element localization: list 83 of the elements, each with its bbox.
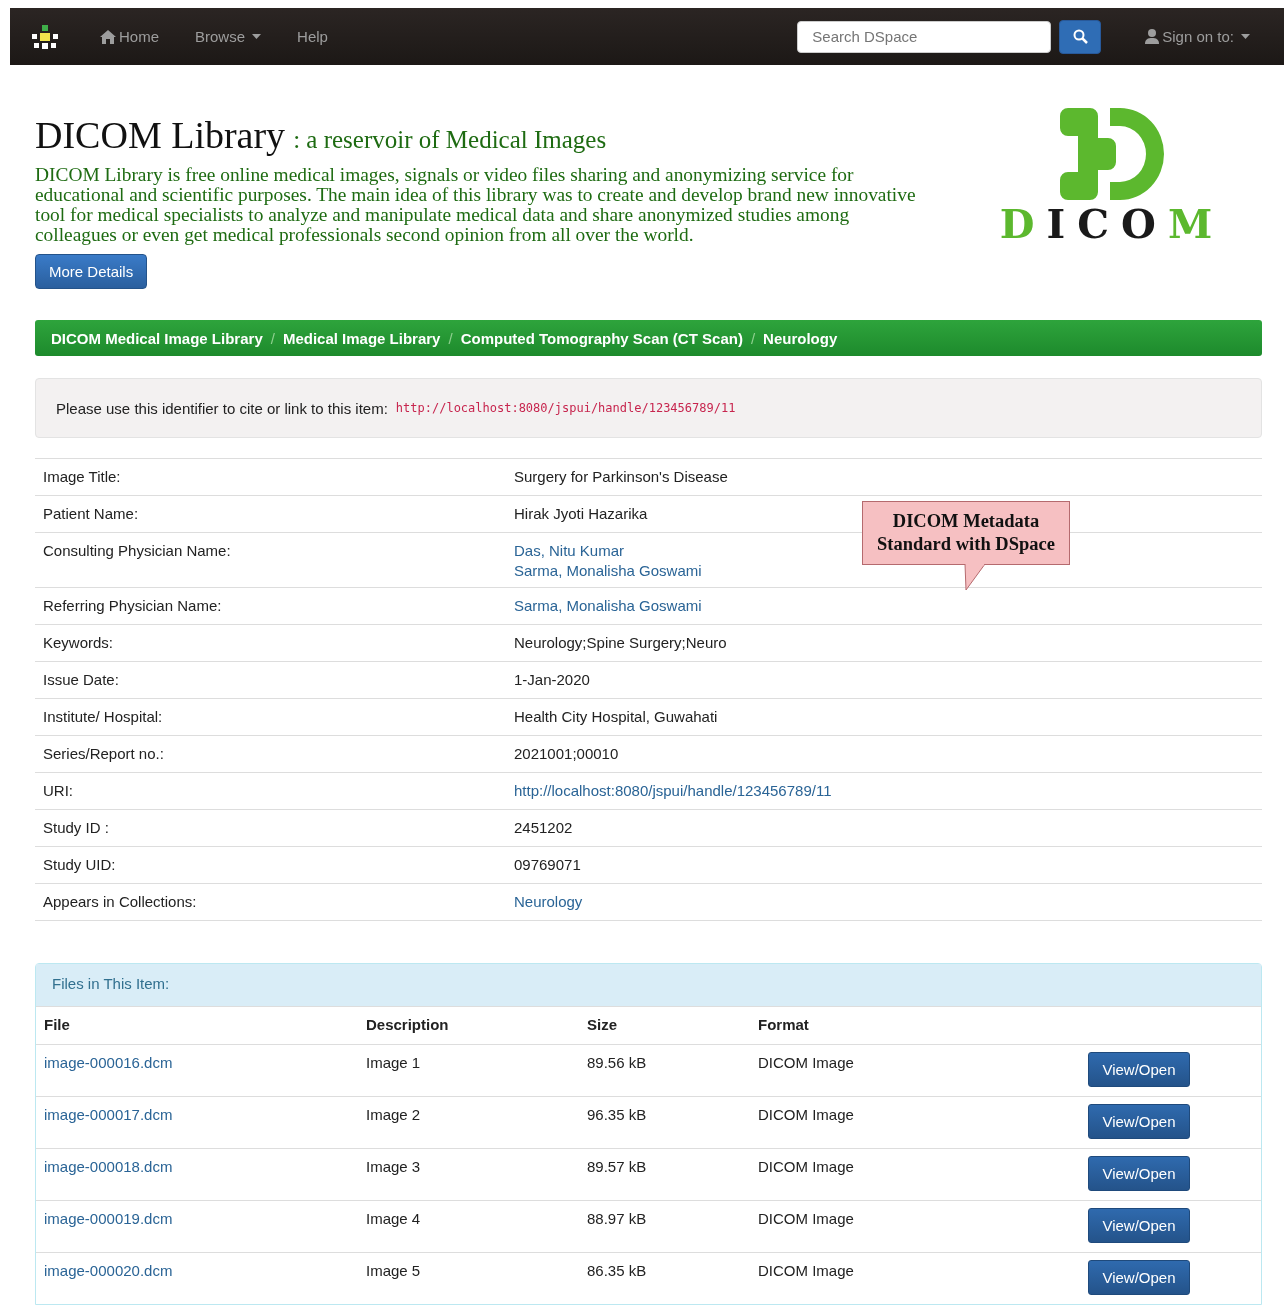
breadcrumb-separator: /	[448, 329, 453, 347]
search-icon	[1072, 29, 1088, 44]
view-open-button[interactable]: View/Open	[1088, 1156, 1190, 1191]
view-open-button[interactable]: View/Open	[1088, 1052, 1190, 1087]
identifier-url: http://localhost:8080/jspui/handle/123456789/11	[395, 401, 736, 415]
logo-icon	[32, 24, 58, 49]
table-cell-text: 89.57 kB	[587, 1158, 648, 1177]
page-title: DICOM Library	[35, 113, 286, 157]
files-panel-heading: Files in This Item:	[36, 964, 1261, 1006]
column-header: Size	[587, 1016, 618, 1035]
search-button[interactable]	[1059, 19, 1102, 54]
metadata-link[interactable]: http://localhost:8080/jspui/handle/123456789/11	[514, 782, 832, 799]
logo-mark-icon	[1060, 108, 1164, 200]
metadata-value: Health City Hospital, Guwahati	[514, 708, 718, 725]
view-open-button[interactable]: View/Open	[1088, 1104, 1190, 1139]
breadcrumb-link[interactable]: Medical Image Library	[282, 329, 441, 347]
file-link[interactable]: image-000016.dcm	[44, 1054, 366, 1096]
caret-icon	[1241, 34, 1250, 39]
file-link[interactable]: image-000018.dcm	[44, 1158, 366, 1200]
metadata-label: Study UID:	[43, 856, 117, 875]
metadata-link[interactable]: Sarma, Monalisha Goswami	[514, 562, 702, 579]
table-cell-text: Image 4	[366, 1210, 422, 1229]
description: DICOM Library is free online medical images, signals or video files sharing and anonymizing service for educational and scientific purposes. The main idea of this library was to create and develop brand new innovative tool for medical specialists to analyze and manipulate medical data and share anonymized studies among colleagues or even get medical professionals second opinion from all over the world.	[35, 165, 917, 245]
metadata-link[interactable]: Neurology	[514, 893, 583, 910]
identifier-label: Please use this identifier to cite or link to this item:	[56, 399, 388, 417]
table-cell-text: Image 5	[366, 1262, 422, 1281]
view-open-button[interactable]: View/Open	[1088, 1260, 1190, 1295]
nav-link[interactable]: Home	[86, 28, 173, 45]
nav-link[interactable]: Help	[283, 28, 342, 45]
metadata-label: Study ID :	[43, 819, 110, 838]
table-cell-text: DICOM Image	[758, 1210, 855, 1229]
more-details-button[interactable]: More Details	[35, 254, 148, 289]
sign-on-link[interactable]: Sign on to:	[1131, 28, 1264, 45]
file-link[interactable]: image-000020.dcm	[44, 1262, 366, 1304]
metadata-value: Hirak Jyoti Hazarika	[514, 505, 648, 522]
column-header: Format	[758, 1016, 810, 1035]
metadata-value: 09769071	[514, 856, 581, 873]
metadata-value: 2451202	[514, 819, 573, 836]
file-link[interactable]: image-000019.dcm	[44, 1210, 366, 1252]
metadata-value: Surgery for Parkinson's Disease	[514, 468, 728, 485]
metadata-label: Image Title:	[43, 468, 122, 487]
metadata-label: Referring Physician Name:	[43, 597, 223, 616]
search-field[interactable]: Search DSpace	[797, 20, 1052, 53]
table-cell-text: 96.35 kB	[587, 1106, 648, 1125]
metadata-value: Neurology;Spine Surgery;Neuro	[514, 634, 727, 651]
nav-link[interactable]: Browse	[181, 28, 276, 45]
callout-pointer	[964, 564, 986, 591]
breadcrumb-separator: /	[270, 329, 275, 347]
column-header: Description	[366, 1016, 450, 1035]
user-icon	[1145, 29, 1160, 44]
caret-icon	[252, 34, 262, 39]
table-cell-text: 89.56 kB	[587, 1054, 648, 1073]
metadata-label: Institute/ Hospital:	[43, 708, 164, 727]
file-link[interactable]: image-000017.dcm	[44, 1106, 366, 1148]
metadata-label: Consulting Physician Name:	[43, 542, 232, 561]
metadata-label: Appears in Collections:	[43, 893, 198, 912]
logo-text: D I C O M	[999, 200, 1225, 247]
metadata-label: Series/Report no.:	[43, 745, 165, 764]
table-cell-text: Image 3	[366, 1158, 422, 1177]
table-cell-text: DICOM Image	[758, 1262, 855, 1281]
table-cell-text: 86.35 kB	[587, 1262, 648, 1281]
table-cell-text: Image 2	[366, 1106, 422, 1125]
column-header: File	[44, 1016, 71, 1035]
view-open-button[interactable]: View/Open	[1088, 1208, 1190, 1243]
home-icon	[100, 29, 116, 44]
metadata-value: 1-Jan-2020	[514, 671, 590, 688]
metadata-link[interactable]: Sarma, Monalisha Goswami	[514, 597, 702, 614]
metadata-label: URI:	[43, 782, 74, 801]
metadata-value: 2021001;00010	[514, 745, 619, 762]
metadata-label: Issue Date:	[43, 671, 120, 690]
breadcrumb-link[interactable]: DICOM Medical Image Library	[51, 329, 263, 347]
table-cell-text: Image 1	[366, 1054, 422, 1073]
table-cell-text: DICOM Image	[758, 1158, 855, 1177]
breadcrumb-separator: /	[750, 329, 756, 347]
metadata-label: Keywords:	[43, 634, 115, 653]
table-cell-text: DICOM Image	[758, 1106, 855, 1125]
metadata-label: Patient Name:	[43, 505, 140, 524]
breadcrumb-link[interactable]: Computed Tomography Scan (CT Scan)	[460, 329, 743, 347]
table-cell-text: 88.97 kB	[587, 1210, 648, 1229]
metadata-link[interactable]: Das, Nitu Kumar	[514, 542, 625, 559]
breadcrumb-link[interactable]: Neurology	[763, 329, 838, 347]
table-cell-text: DICOM Image	[758, 1054, 855, 1073]
page-subtitle: : a reservoir of Medical Images	[293, 126, 607, 154]
